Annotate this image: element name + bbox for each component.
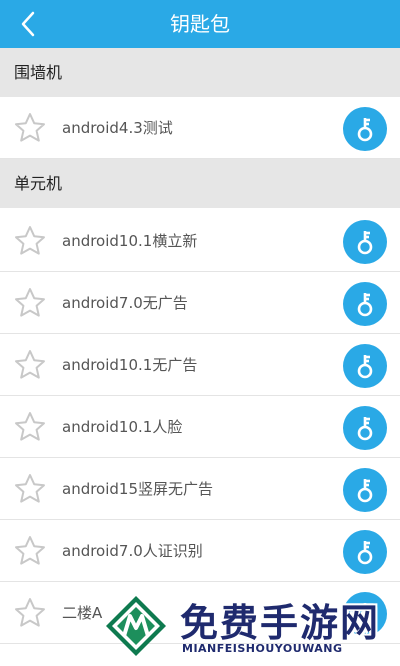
key-icon (357, 293, 373, 317)
key-button[interactable] (343, 107, 387, 151)
watermark-title: 免费手游网 (180, 601, 381, 645)
list-item-label: android10.1无广告 (62, 356, 198, 374)
star-outline-icon[interactable] (14, 112, 46, 144)
watermark: 免费手游网 MIANFEISHOUYOUWANG (100, 590, 400, 666)
section-header-building-unit: 单元机 (0, 159, 400, 208)
key-button[interactable] (343, 282, 387, 326)
list-item[interactable]: android10.1横立新 (0, 210, 400, 272)
key-button[interactable] (343, 220, 387, 264)
page-title: 钥匙包 (170, 12, 230, 36)
list-item[interactable]: android7.0人证识别 (0, 520, 400, 582)
key-button[interactable] (343, 468, 387, 512)
title-bar: 钥匙包 (0, 0, 400, 48)
key-icon (357, 118, 373, 142)
key-icon (357, 231, 373, 255)
key-icon (357, 479, 373, 503)
star-outline-icon[interactable] (14, 287, 46, 319)
key-button[interactable] (343, 406, 387, 450)
list-item-label: android10.1人脸 (62, 418, 183, 436)
list-item[interactable]: android15竖屏无广告 (0, 458, 400, 520)
key-icon (357, 417, 373, 441)
star-outline-icon[interactable] (14, 535, 46, 567)
list-item-label: android4.3测试 (62, 119, 173, 137)
list-item-label: android15竖屏无广告 (62, 480, 214, 498)
star-outline-icon[interactable] (14, 597, 46, 629)
star-outline-icon[interactable] (14, 349, 46, 381)
watermark-logo-icon (106, 596, 166, 656)
key-button[interactable] (343, 530, 387, 574)
list-item-label: android10.1横立新 (62, 232, 198, 250)
list-item-label: android7.0无广告 (62, 294, 188, 312)
list-item[interactable]: android4.3测试 (0, 97, 400, 159)
section-header-wall-unit: 围墙机 (0, 48, 400, 97)
list-item-label: android7.0人证识别 (62, 542, 203, 560)
list-item[interactable]: android7.0无广告 (0, 272, 400, 334)
list-item[interactable]: android10.1人脸 (0, 396, 400, 458)
key-button[interactable] (343, 344, 387, 388)
star-outline-icon[interactable] (14, 473, 46, 505)
key-icon (357, 541, 373, 565)
key-icon (357, 355, 373, 379)
star-outline-icon[interactable] (14, 225, 46, 257)
watermark-subtitle: MIANFEISHOUYOUWANG (182, 642, 343, 655)
list-item-label: 二楼A (62, 604, 103, 622)
list-item[interactable]: android10.1无广告 (0, 334, 400, 396)
star-outline-icon[interactable] (14, 411, 46, 443)
